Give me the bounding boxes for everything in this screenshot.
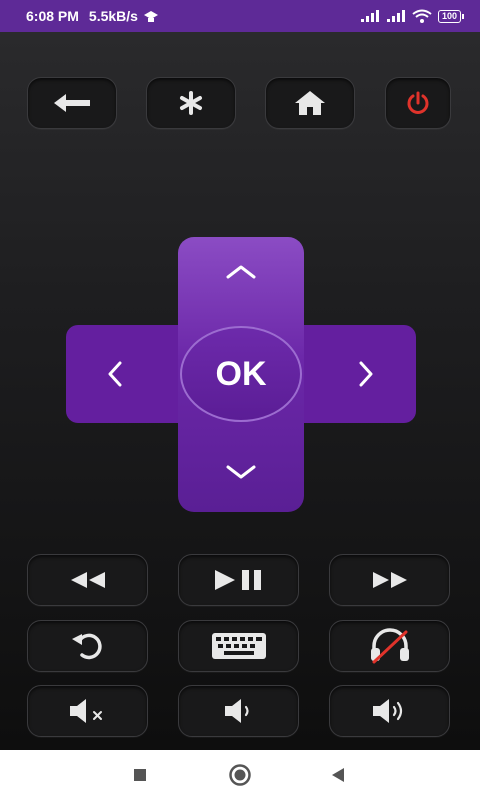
recents-button[interactable]: [120, 750, 160, 800]
options-button[interactable]: [146, 77, 236, 129]
cast-icon: [142, 9, 160, 23]
chevron-right-icon: [358, 360, 374, 388]
ok-label: OK: [215, 354, 267, 393]
mute-icon: [68, 698, 108, 724]
back-arrow-icon: [50, 91, 94, 115]
battery-icon: 100: [437, 9, 464, 23]
power-icon: [405, 90, 431, 116]
volume-down-icon: [223, 698, 255, 724]
remote-screen: OK: [0, 32, 480, 750]
status-time: 6:08 PM: [26, 8, 79, 24]
volume-up-icon: [371, 698, 409, 724]
dpad-right-button[interactable]: [346, 359, 386, 389]
status-bar: 6:08 PM 5.5kB/s 100: [0, 0, 480, 32]
network-speed: 5.5kB/s: [88, 8, 138, 24]
dpad-down-button[interactable]: [210, 457, 272, 487]
back-nav-button[interactable]: [318, 750, 358, 800]
home-icon: [293, 89, 327, 117]
fast-forward-icon: [371, 570, 409, 590]
dpad-left-button[interactable]: [95, 359, 135, 389]
back-button[interactable]: [27, 77, 117, 129]
battery-level: 100: [437, 9, 461, 23]
replay-icon: [68, 630, 108, 662]
play-pause-icon: [213, 569, 265, 591]
keyboard-button[interactable]: [178, 620, 299, 672]
signal-icon: [360, 10, 380, 22]
headphones-off-icon: [368, 628, 412, 664]
keyboard-icon: [211, 632, 267, 660]
home-circle-icon: [228, 763, 252, 787]
power-button[interactable]: [385, 77, 451, 129]
rewind-button[interactable]: [27, 554, 148, 606]
replay-button[interactable]: [27, 620, 148, 672]
system-nav-bar: [0, 750, 480, 800]
chevron-left-icon: [107, 360, 123, 388]
chevron-down-icon: [225, 464, 257, 480]
ok-button[interactable]: OK: [180, 326, 302, 422]
play-pause-button[interactable]: [178, 554, 299, 606]
dpad-up-button[interactable]: [210, 257, 272, 287]
private-listening-button[interactable]: [329, 620, 450, 672]
chevron-up-icon: [225, 264, 257, 280]
home-button[interactable]: [265, 77, 355, 129]
rewind-icon: [69, 570, 107, 590]
volume-up-button[interactable]: [329, 685, 450, 737]
home-nav-button[interactable]: [220, 750, 260, 800]
signal-icon: [386, 10, 406, 22]
wifi-icon: [412, 9, 432, 23]
fast-forward-button[interactable]: [329, 554, 450, 606]
back-triangle-icon: [330, 767, 346, 783]
recents-square-icon: [133, 768, 147, 782]
volume-down-button[interactable]: [178, 685, 299, 737]
asterisk-icon: [178, 90, 204, 116]
mute-button[interactable]: [27, 685, 148, 737]
